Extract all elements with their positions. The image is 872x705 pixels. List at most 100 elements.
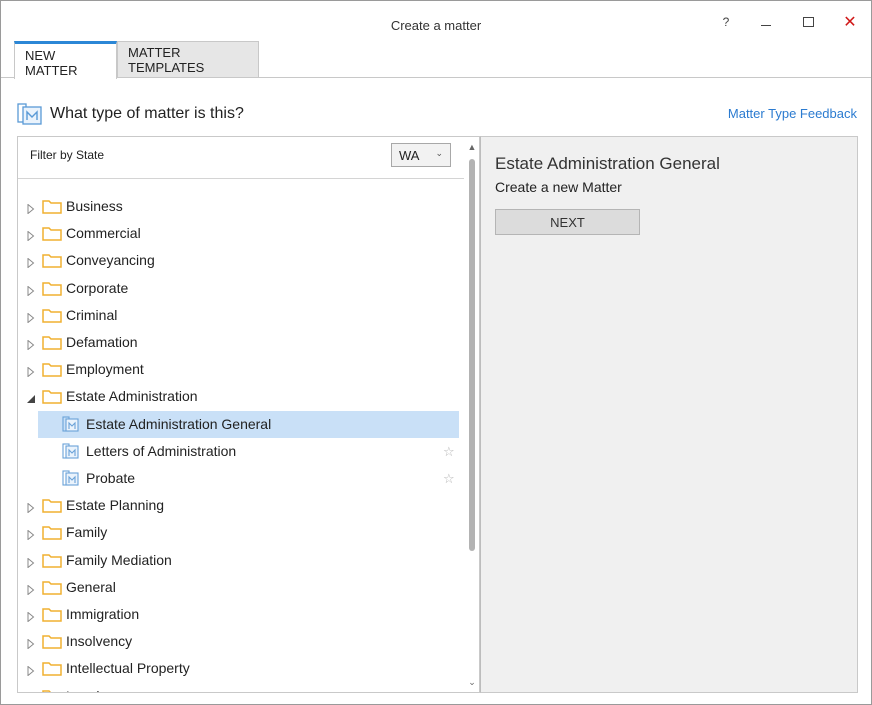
collapsed-arrow-icon[interactable]	[26, 555, 36, 569]
filter-label: Filter by State	[30, 148, 105, 162]
state-select[interactable]: WA ⌄	[391, 143, 451, 167]
help-button[interactable]: ?	[711, 9, 741, 35]
minimize-icon	[761, 24, 771, 26]
tree-child-item[interactable]: Estate Administration General	[18, 410, 464, 438]
collapsed-arrow-icon[interactable]	[26, 500, 36, 514]
tree-item-label: Estate Planning	[66, 497, 165, 514]
tree-item[interactable]: Estate Planning	[18, 492, 464, 519]
folder-icon	[42, 225, 62, 241]
folder-icon	[42, 633, 62, 649]
tree-item-label: Intellectual Property	[66, 660, 190, 677]
tree-item[interactable]: Estate Administration	[18, 383, 464, 410]
close-icon: ✕	[843, 14, 857, 31]
tree-item[interactable]: Family	[18, 519, 464, 546]
tree-item[interactable]: Family Mediation	[18, 547, 464, 574]
tab-new-matter[interactable]: NEW MATTER	[14, 41, 117, 79]
tree-child-item[interactable]: Probate ☆	[18, 465, 464, 492]
scroll-down-icon[interactable]: ⌄	[467, 677, 477, 687]
tree-child-label: Letters of Administration	[86, 442, 237, 459]
title-bar: Create a matter ? ✕	[1, 1, 871, 41]
collapsed-arrow-icon[interactable]	[26, 609, 36, 623]
collapsed-arrow-icon[interactable]	[26, 228, 36, 242]
collapsed-arrow-icon[interactable]	[26, 527, 36, 541]
tree-item[interactable]: Leasing	[18, 683, 464, 692]
tree-item[interactable]: General	[18, 574, 464, 601]
tree-item[interactable]: Commercial	[18, 220, 464, 247]
tree-child-item[interactable]: Letters of Administration ☆	[18, 438, 464, 465]
matter-type-feedback-link[interactable]: Matter Type Feedback	[728, 106, 857, 121]
folder-icon	[42, 307, 62, 323]
selected-matter-title: Estate Administration General	[495, 154, 720, 173]
help-icon: ?	[722, 15, 730, 29]
folder-icon	[42, 388, 62, 405]
tree-item[interactable]: Corporate	[18, 275, 464, 302]
tree-item-label: Family	[66, 524, 108, 541]
matter-type-icon	[62, 470, 79, 486]
expanded-arrow-icon[interactable]	[26, 391, 36, 404]
chevron-down-icon: ⌄	[435, 148, 443, 158]
tree-item-label: Family Mediation	[66, 551, 172, 568]
collapsed-arrow-icon[interactable]	[26, 636, 36, 650]
folder-icon	[42, 361, 62, 377]
tree-item[interactable]: Intellectual Property	[18, 655, 464, 682]
folder-icon	[42, 280, 62, 296]
section-heading: What type of matter is this?	[17, 101, 244, 127]
collapsed-arrow-icon[interactable]	[26, 663, 36, 677]
favorite-star-icon[interactable]: ☆	[443, 471, 455, 487]
state-select-value: WA	[399, 147, 420, 163]
collapsed-arrow-icon[interactable]	[26, 283, 36, 297]
tree-item[interactable]: Defamation	[18, 329, 464, 356]
tree-item[interactable]: Criminal	[18, 302, 464, 329]
tree-item-label: Insolvency	[66, 633, 133, 650]
collapsed-arrow-icon[interactable]	[26, 201, 36, 215]
folder-icon	[42, 252, 62, 269]
collapsed-arrow-icon[interactable]	[26, 337, 36, 351]
tree-item-label: Defamation	[66, 334, 138, 350]
tree-item-label: Corporate	[66, 279, 129, 296]
tree-item-label: Criminal	[66, 306, 118, 323]
filter-row: Filter by State WA ⌄	[18, 137, 464, 179]
folder-icon	[42, 497, 62, 513]
folder-icon	[42, 198, 62, 214]
tree-item[interactable]: Immigration	[18, 601, 464, 628]
tree-child-label: Estate Administration General	[86, 415, 272, 432]
collapsed-arrow-icon[interactable]	[26, 255, 36, 269]
tree-item[interactable]: Employment	[18, 356, 464, 383]
close-button[interactable]: ✕	[835, 9, 865, 35]
tree-item-label: Conveyancing	[66, 252, 155, 269]
collapsed-arrow-icon[interactable]	[26, 364, 36, 378]
collapsed-arrow-icon[interactable]	[26, 582, 36, 596]
maximize-button[interactable]	[793, 9, 823, 35]
tree-item[interactable]: Business	[18, 193, 464, 220]
collapsed-arrow-icon[interactable]	[26, 310, 36, 324]
collapsed-arrow-icon[interactable]	[26, 691, 36, 692]
matter-type-panel: Filter by State WA ⌄ Business Commercial C…	[17, 136, 480, 693]
tree-child-label: Probate	[86, 470, 136, 486]
create-matter-window: Create a matter ? ✕ NEW MATTER MATTER TE…	[0, 0, 872, 705]
matter-type-icon	[62, 443, 79, 459]
tree-item-label: Estate Administration	[66, 388, 198, 405]
matter-type-icon	[62, 416, 79, 432]
next-button[interactable]: NEXT	[495, 209, 640, 235]
minimize-button[interactable]	[751, 9, 781, 35]
matter-type-icon	[17, 103, 42, 125]
tree-scrollbar[interactable]: ▲ ⌄	[464, 137, 479, 692]
tab-matter-templates[interactable]: MATTER TEMPLATES	[117, 41, 259, 77]
tree-item-label: Leasing	[66, 688, 115, 692]
tree-item-label: Employment	[66, 361, 144, 378]
page-title: What type of matter is this?	[50, 105, 244, 122]
folder-icon	[42, 660, 62, 677]
folder-icon	[42, 334, 62, 350]
tab-divider	[1, 77, 871, 78]
scroll-thumb[interactable]	[469, 159, 475, 551]
selected-matter-subtitle: Create a new Matter	[495, 179, 622, 195]
folder-icon	[42, 524, 62, 541]
tree-item[interactable]: Conveyancing	[18, 247, 464, 274]
maximize-icon	[802, 17, 814, 27]
tree-item-label: General	[66, 578, 116, 595]
tree-item[interactable]: Insolvency	[18, 628, 464, 655]
favorite-star-icon[interactable]: ☆	[443, 444, 455, 460]
folder-icon	[42, 688, 62, 692]
tree-item-label: Commercial	[66, 225, 141, 242]
scroll-up-icon[interactable]: ▲	[467, 142, 477, 152]
